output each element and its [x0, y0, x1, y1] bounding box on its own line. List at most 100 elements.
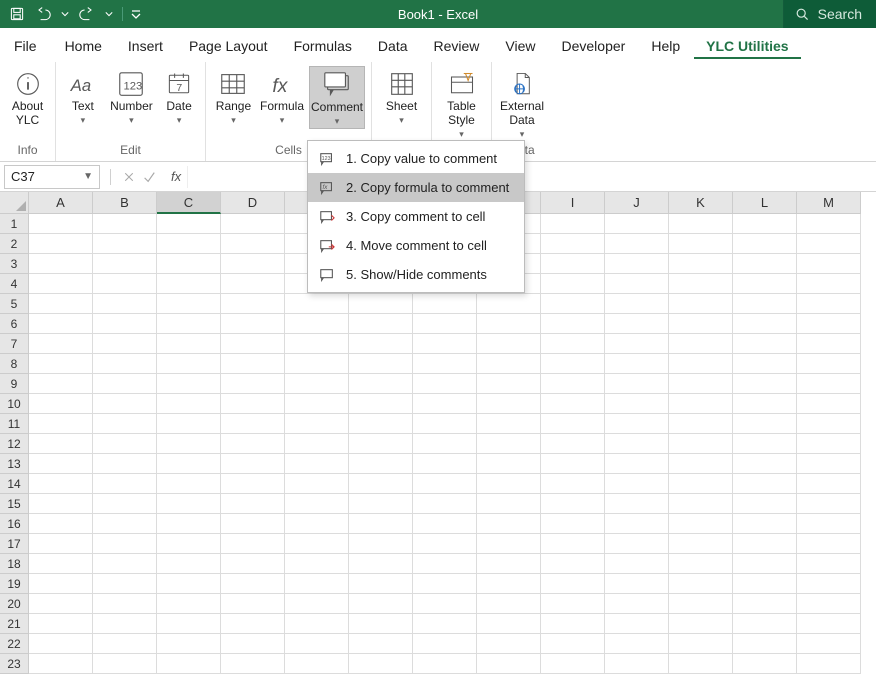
name-box[interactable]: C37 ▼ — [4, 165, 100, 189]
cell[interactable] — [541, 534, 605, 554]
cell[interactable] — [413, 494, 477, 514]
cell[interactable] — [221, 434, 285, 454]
range-button[interactable]: Range ▾ — [212, 66, 255, 127]
cell[interactable] — [157, 354, 221, 374]
cell[interactable] — [797, 394, 861, 414]
cell[interactable] — [221, 634, 285, 654]
cell[interactable] — [477, 294, 541, 314]
cell[interactable] — [477, 554, 541, 574]
cell[interactable] — [733, 634, 797, 654]
tab-view[interactable]: View — [493, 34, 547, 59]
cell[interactable] — [797, 314, 861, 334]
row-header-14[interactable]: 14 — [0, 474, 29, 494]
row-header-11[interactable]: 11 — [0, 414, 29, 434]
cell[interactable] — [221, 374, 285, 394]
cell[interactable] — [285, 434, 349, 454]
row-header-22[interactable]: 22 — [0, 634, 29, 654]
cell[interactable] — [221, 474, 285, 494]
cell[interactable] — [541, 634, 605, 654]
cancel-icon[interactable] — [119, 171, 139, 183]
cell[interactable] — [733, 614, 797, 634]
cell[interactable] — [669, 314, 733, 334]
cell[interactable] — [797, 534, 861, 554]
row-header-1[interactable]: 1 — [0, 214, 29, 234]
cell[interactable] — [349, 314, 413, 334]
cell[interactable] — [797, 494, 861, 514]
cell[interactable] — [157, 234, 221, 254]
cell[interactable] — [413, 514, 477, 534]
cell[interactable] — [669, 394, 733, 414]
save-icon[interactable] — [6, 3, 28, 25]
cell[interactable] — [733, 494, 797, 514]
cell[interactable] — [669, 654, 733, 674]
cell[interactable] — [413, 474, 477, 494]
cell[interactable] — [541, 294, 605, 314]
row-header-2[interactable]: 2 — [0, 234, 29, 254]
cell[interactable] — [349, 374, 413, 394]
row-header-13[interactable]: 13 — [0, 454, 29, 474]
cell[interactable] — [733, 454, 797, 474]
cell[interactable] — [29, 354, 93, 374]
cell[interactable] — [93, 374, 157, 394]
cell[interactable] — [477, 634, 541, 654]
cell[interactable] — [797, 334, 861, 354]
cell[interactable] — [477, 614, 541, 634]
cell[interactable] — [605, 474, 669, 494]
cell[interactable] — [285, 594, 349, 614]
cell[interactable] — [797, 454, 861, 474]
cell[interactable] — [93, 474, 157, 494]
cell[interactable] — [477, 374, 541, 394]
cell[interactable] — [669, 474, 733, 494]
cell[interactable] — [93, 614, 157, 634]
redo-dropdown-icon[interactable] — [102, 3, 116, 25]
cell[interactable] — [541, 594, 605, 614]
menu-move-comment-to-cell[interactable]: 4. Move comment to cell — [308, 231, 524, 260]
row-header-8[interactable]: 8 — [0, 354, 29, 374]
cell[interactable] — [221, 554, 285, 574]
cell[interactable] — [29, 394, 93, 414]
cell[interactable] — [541, 234, 605, 254]
search-box[interactable]: Search — [783, 0, 876, 28]
cell[interactable] — [669, 434, 733, 454]
cell[interactable] — [93, 514, 157, 534]
cell[interactable] — [605, 314, 669, 334]
cell[interactable] — [29, 434, 93, 454]
row-header-12[interactable]: 12 — [0, 434, 29, 454]
row-header-10[interactable]: 10 — [0, 394, 29, 414]
column-header-L[interactable]: L — [733, 192, 797, 214]
cell[interactable] — [605, 394, 669, 414]
cell[interactable] — [541, 614, 605, 634]
cell[interactable] — [29, 414, 93, 434]
cell[interactable] — [413, 394, 477, 414]
comment-button[interactable]: Comment ▾ — [309, 66, 365, 129]
cell[interactable] — [29, 454, 93, 474]
cell[interactable] — [93, 434, 157, 454]
cell[interactable] — [541, 654, 605, 674]
cell[interactable] — [669, 274, 733, 294]
column-header-J[interactable]: J — [605, 192, 669, 214]
cell[interactable] — [29, 474, 93, 494]
cell[interactable] — [541, 214, 605, 234]
cell[interactable] — [605, 374, 669, 394]
row-header-5[interactable]: 5 — [0, 294, 29, 314]
cell[interactable] — [349, 654, 413, 674]
cell[interactable] — [221, 534, 285, 554]
cell[interactable] — [93, 334, 157, 354]
cell[interactable] — [605, 614, 669, 634]
cell[interactable] — [413, 654, 477, 674]
column-header-C[interactable]: C — [157, 192, 221, 214]
cell[interactable] — [29, 614, 93, 634]
cell[interactable] — [605, 634, 669, 654]
cell[interactable] — [797, 414, 861, 434]
cell[interactable] — [605, 274, 669, 294]
tab-formulas[interactable]: Formulas — [282, 34, 364, 59]
cell[interactable] — [221, 354, 285, 374]
cell[interactable] — [157, 494, 221, 514]
cell[interactable] — [221, 614, 285, 634]
cell[interactable] — [413, 634, 477, 654]
cell[interactable] — [221, 294, 285, 314]
cell[interactable] — [93, 294, 157, 314]
cell[interactable] — [157, 254, 221, 274]
cell[interactable] — [157, 374, 221, 394]
cell[interactable] — [733, 334, 797, 354]
